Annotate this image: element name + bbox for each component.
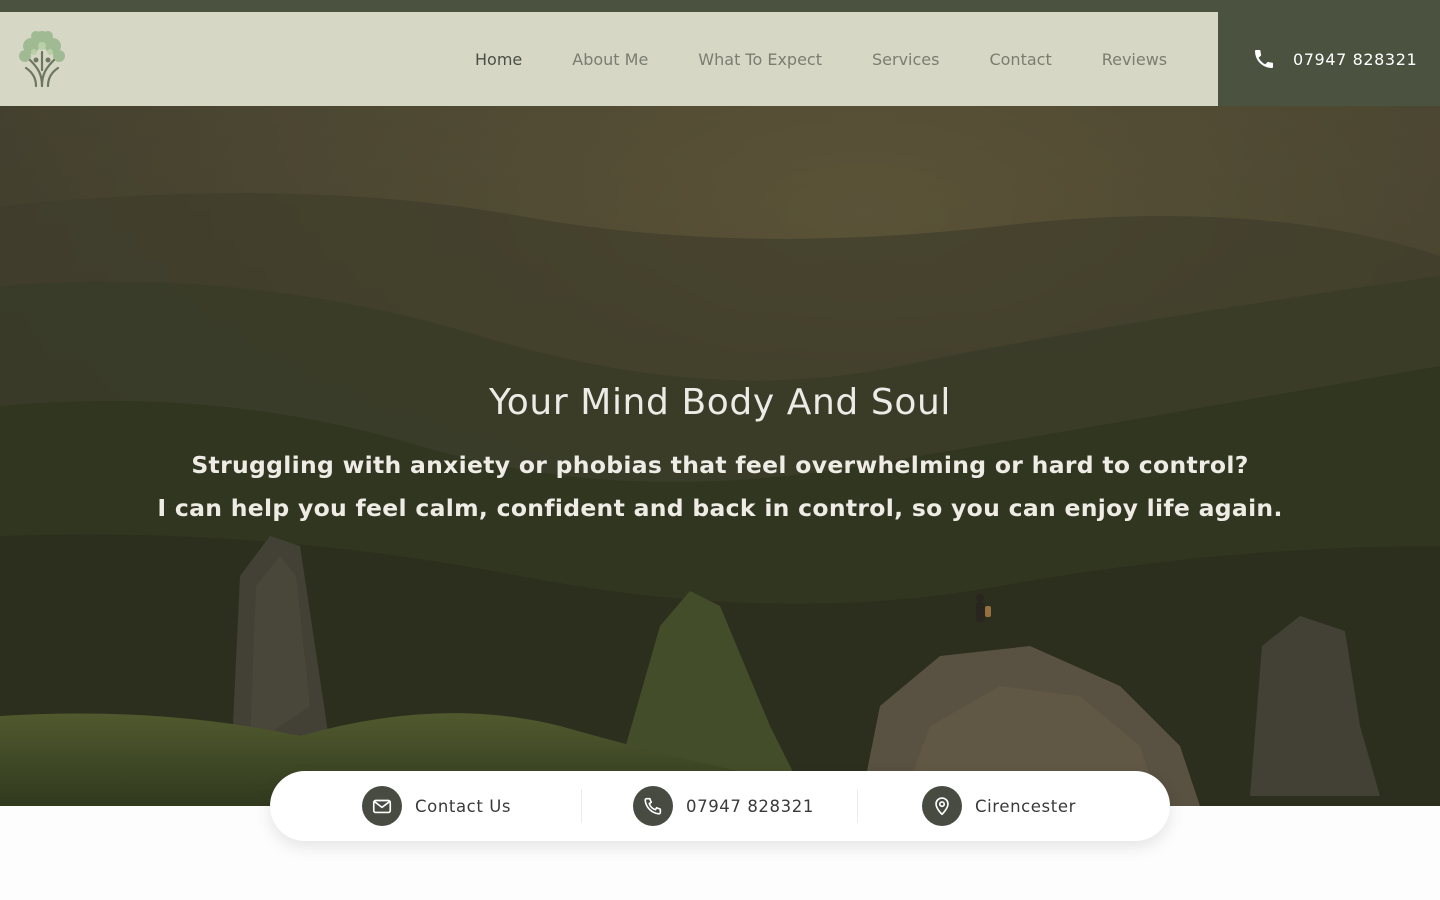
nav-reviews[interactable]: Reviews xyxy=(1077,50,1192,69)
main-nav: Home About Me What To Expect Services Co… xyxy=(450,12,1192,106)
contact-bar: Contact Us 07947 828321 Cirencester xyxy=(270,771,1170,841)
contact-us-link[interactable]: Contact Us xyxy=(362,771,511,841)
hero-title: Your Mind Body And Soul xyxy=(488,382,952,423)
nav-services[interactable]: Services xyxy=(847,50,964,69)
location-label: Cirencester xyxy=(975,796,1076,816)
header-phone-number: 07947 828321 xyxy=(1293,49,1418,69)
contact-us-label: Contact Us xyxy=(415,796,512,816)
nav-what-to-expect[interactable]: What To Expect xyxy=(673,50,847,69)
phone-icon xyxy=(633,786,673,826)
phone-icon xyxy=(1252,47,1276,71)
contact-bar-divider xyxy=(581,789,582,823)
contact-phone-label: 07947 828321 xyxy=(686,796,814,816)
envelope-icon xyxy=(362,786,402,826)
top-strip xyxy=(0,0,1440,12)
contact-phone-link[interactable]: 07947 828321 xyxy=(633,771,814,841)
location-link[interactable]: Cirencester xyxy=(922,771,1076,841)
nav-home[interactable]: Home xyxy=(450,50,547,69)
nav-contact[interactable]: Contact xyxy=(964,50,1076,69)
tree-of-life-logo[interactable] xyxy=(14,26,70,90)
header-phone-button[interactable]: 07947 828321 xyxy=(1218,12,1440,106)
nav-about-me[interactable]: About Me xyxy=(547,50,673,69)
site-header: Home About Me What To Expect Services Co… xyxy=(0,12,1440,106)
hero-section: Your Mind Body And Soul Struggling with … xyxy=(0,106,1440,806)
contact-bar-divider xyxy=(857,789,858,823)
hero-subtitle-line-2: I can help you feel calm, confident and … xyxy=(157,494,1283,522)
map-pin-icon xyxy=(922,786,962,826)
hero-subtitle-line-1: Struggling with anxiety or phobias that … xyxy=(191,451,1249,479)
